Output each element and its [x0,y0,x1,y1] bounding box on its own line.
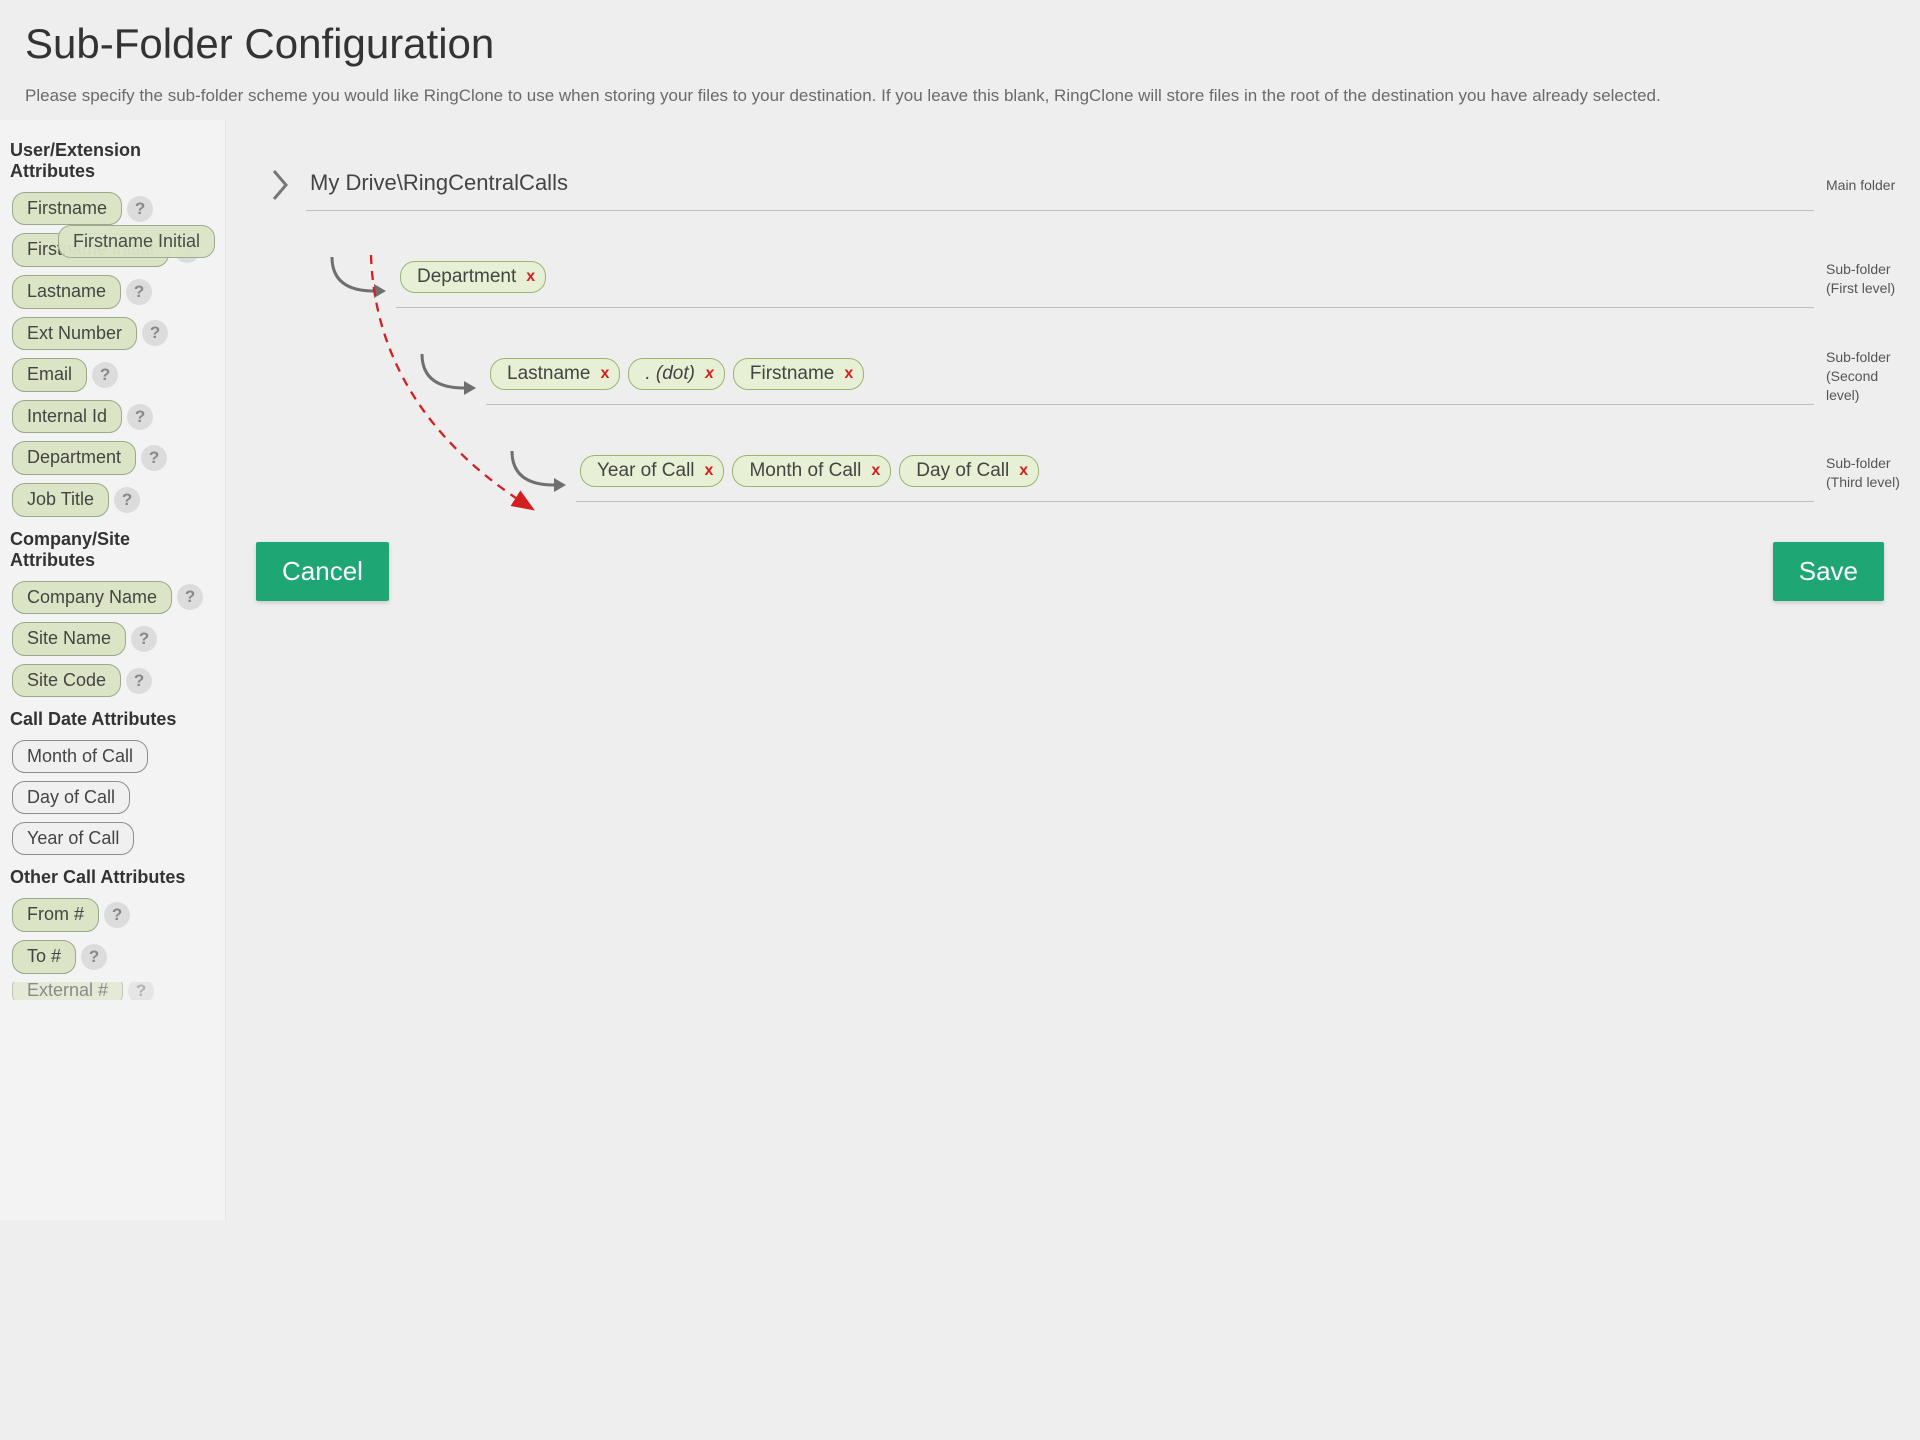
attr-year-of-call[interactable]: Year of Call [12,822,134,855]
folder-layout-area: My Drive\RingCentralCalls Main folder De… [226,120,1920,641]
help-icon[interactable]: ? [92,362,118,388]
attr-to-number[interactable]: To # [12,940,76,974]
section-heading-calldate: Call Date Attributes [10,709,217,730]
indent-arrow-icon [496,447,576,499]
chip-label: Lastname [507,363,590,385]
attr-lastname[interactable]: Lastname [12,275,121,309]
chevron-right-icon [256,167,306,203]
chip-month-of-call[interactable]: Month of Call x [732,455,891,487]
indent-arrow-icon [406,350,486,402]
cancel-button[interactable]: Cancel [256,542,389,601]
attr-ext-number[interactable]: Ext Number [12,317,137,351]
remove-chip-icon[interactable]: x [526,268,535,286]
chip-label: Year of Call [597,460,695,482]
help-icon[interactable]: ? [81,944,107,970]
attr-email[interactable]: Email [12,358,87,392]
page-description: Please specify the sub-folder scheme you… [25,84,1895,108]
attr-day-of-call[interactable]: Day of Call [12,781,130,814]
indent-arrow-icon [316,253,396,305]
remove-chip-icon[interactable]: x [705,365,714,383]
chip-label: Department [417,266,516,288]
row-label-level1: Sub-folder (First level) [1826,260,1902,298]
attr-company-name[interactable]: Company Name [12,581,172,615]
attr-firstname-initial[interactable]: Firstname Initial [12,233,169,267]
attr-from-number[interactable]: From # [12,898,99,932]
help-icon[interactable]: ? [127,196,153,222]
help-icon[interactable]: ? [126,668,152,694]
help-icon[interactable]: ? [114,487,140,513]
chip-dot[interactable]: . (dot) x [628,358,725,390]
subfolder-level-1-dropzone[interactable]: Department x [396,251,1814,308]
subfolder-level-3-dropzone[interactable]: Year of Call x Month of Call x Day of Call… [576,445,1814,502]
chip-label: Month of Call [749,460,861,482]
attr-external-number[interactable]: External # [12,982,123,1000]
chip-department[interactable]: Department x [400,261,546,293]
remove-chip-icon[interactable]: x [705,462,714,480]
help-icon[interactable]: ? [131,626,157,652]
help-icon[interactable]: ? [174,237,200,263]
attr-site-code[interactable]: Site Code [12,664,121,698]
attr-site-name[interactable]: Site Name [12,622,126,656]
chip-label: . (dot) [645,363,695,385]
chip-label: Day of Call [916,460,1009,482]
chip-label: Firstname [750,363,834,385]
row-label-level3: Sub-folder (Third level) [1826,454,1902,492]
help-icon[interactable]: ? [141,445,167,471]
section-heading-othercall: Other Call Attributes [10,867,217,888]
chip-lastname[interactable]: Lastname x [490,358,620,390]
page-title: Sub-Folder Configuration [25,20,1895,68]
help-icon[interactable]: ? [177,584,203,610]
save-button[interactable]: Save [1773,542,1884,601]
attr-job-title[interactable]: Job Title [12,483,109,517]
section-heading-company: Company/Site Attributes [10,529,217,571]
remove-chip-icon[interactable]: x [1019,462,1028,480]
subfolder-level-2-dropzone[interactable]: Lastname x . (dot) x Firstname x [486,348,1814,405]
remove-chip-icon[interactable]: x [871,462,880,480]
help-icon[interactable]: ? [104,902,130,928]
row-label-main: Main folder [1826,176,1902,195]
row-label-level2: Sub-folder (Second level) [1826,348,1902,405]
attr-firstname[interactable]: Firstname [12,192,122,226]
help-icon[interactable]: ? [142,320,168,346]
help-icon[interactable]: ? [128,982,154,1000]
chip-firstname[interactable]: Firstname x [733,358,864,390]
chip-year-of-call[interactable]: Year of Call x [580,455,724,487]
section-heading-user: User/Extension Attributes [10,140,217,182]
attr-department[interactable]: Department [12,441,136,475]
remove-chip-icon[interactable]: x [844,365,853,383]
chip-day-of-call[interactable]: Day of Call x [899,455,1039,487]
attr-month-of-call[interactable]: Month of Call [12,740,148,773]
help-icon[interactable]: ? [126,279,152,305]
main-folder-path-row: My Drive\RingCentralCalls [306,160,1814,211]
attr-internal-id[interactable]: Internal Id [12,400,122,434]
attribute-sidebar: User/Extension Attributes Firstname? Fir… [0,120,226,1220]
remove-chip-icon[interactable]: x [600,365,609,383]
help-icon[interactable]: ? [127,404,153,430]
main-folder-path: My Drive\RingCentralCalls [310,170,568,196]
